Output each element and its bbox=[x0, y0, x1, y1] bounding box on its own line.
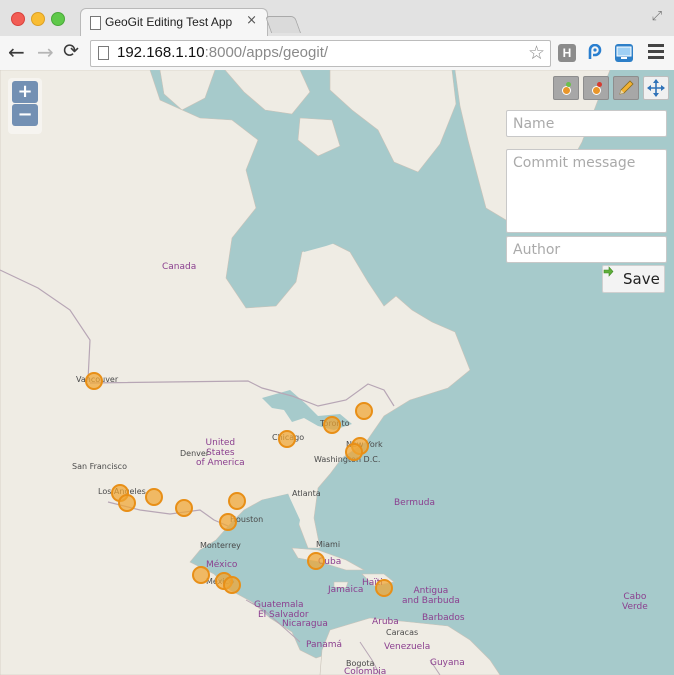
window-minimize-button[interactable] bbox=[31, 12, 45, 26]
label-jamaica: Jamaica bbox=[328, 585, 364, 595]
label-antigua-line2: and Barbuda bbox=[402, 596, 460, 606]
zoom-in-button[interactable]: + bbox=[12, 81, 38, 103]
zoom-control: + − bbox=[8, 78, 42, 134]
save-arrow-icon bbox=[603, 266, 614, 277]
window-maximize-button[interactable] bbox=[51, 12, 65, 26]
feature-marker[interactable] bbox=[307, 552, 325, 570]
extension-p-icon[interactable] bbox=[586, 43, 604, 62]
label-monterrey: Monterrey bbox=[200, 541, 241, 550]
new-tab-button[interactable] bbox=[264, 16, 302, 33]
draw-point-button[interactable] bbox=[553, 76, 579, 100]
label-atlanta: Atlanta bbox=[292, 489, 321, 498]
label-nicaragua: Nicaragua bbox=[282, 619, 328, 629]
feature-marker[interactable] bbox=[145, 488, 163, 506]
page-icon bbox=[90, 16, 101, 30]
browser-titlebar: GeoGit Editing Test App × ⤢ bbox=[0, 0, 674, 37]
pan-button[interactable] bbox=[643, 76, 669, 100]
label-guatemala: Guatemala bbox=[254, 600, 304, 610]
label-usa-line1: United bbox=[205, 438, 236, 448]
label-denver: Denver bbox=[180, 449, 210, 458]
label-usa-line3: of America bbox=[196, 458, 245, 468]
feature-marker[interactable] bbox=[219, 513, 237, 531]
label-bogota: Bogota bbox=[346, 659, 375, 668]
feature-marker[interactable] bbox=[278, 430, 296, 448]
label-miami: Miami bbox=[316, 540, 341, 549]
label-aruba: Aruba bbox=[372, 617, 399, 627]
feature-marker[interactable] bbox=[85, 372, 103, 390]
fullscreen-icon[interactable]: ⤢ bbox=[652, 9, 662, 24]
author-input[interactable]: Author bbox=[506, 236, 667, 263]
label-caracas: Caracas bbox=[386, 628, 419, 637]
name-input[interactable]: Name bbox=[506, 110, 667, 137]
label-san-francisco: San Francisco bbox=[72, 462, 127, 471]
edit-feature-button[interactable] bbox=[613, 76, 639, 100]
browser-tab[interactable]: GeoGit Editing Test App × bbox=[80, 8, 268, 37]
browser-chrome: GeoGit Editing Test App × ⤢ ← → ⟳ 192.16… bbox=[0, 0, 674, 71]
browser-toolbar: ← → ⟳ 192.168.1.10:8000/apps/geogit/ ☆ H bbox=[0, 36, 674, 70]
label-venezuela: Venezuela bbox=[384, 642, 431, 652]
label-cabo-verde-line1: Cabo bbox=[623, 592, 647, 602]
feature-marker[interactable] bbox=[192, 566, 210, 584]
label-antigua: Antigua and Barbuda bbox=[402, 586, 460, 606]
commit-message-input[interactable]: Commit message bbox=[506, 149, 667, 233]
label-barbados: Barbados bbox=[422, 613, 465, 623]
forward-icon[interactable]: → bbox=[37, 40, 54, 64]
feature-marker[interactable] bbox=[355, 402, 373, 420]
feature-marker[interactable] bbox=[223, 576, 241, 594]
pencil-icon bbox=[619, 80, 634, 95]
window-close-button[interactable] bbox=[11, 12, 25, 26]
landmass-arctic-islands bbox=[224, 70, 311, 115]
feature-marker[interactable] bbox=[323, 416, 341, 434]
tab-close-icon[interactable]: × bbox=[246, 13, 257, 28]
bookmark-star-icon[interactable]: ☆ bbox=[528, 42, 545, 64]
label-mexico: México bbox=[206, 560, 238, 570]
page-icon bbox=[98, 46, 109, 60]
back-icon[interactable]: ← bbox=[8, 40, 25, 64]
feature-marker[interactable] bbox=[375, 579, 393, 597]
label-canada: Canada bbox=[162, 262, 197, 272]
extension-screen-icon[interactable] bbox=[615, 44, 633, 62]
reload-icon[interactable]: ⟳ bbox=[63, 40, 79, 62]
url-path: :8000/apps/geogit/ bbox=[204, 44, 329, 61]
zoom-out-button[interactable]: − bbox=[12, 104, 38, 126]
feature-marker[interactable] bbox=[118, 494, 136, 512]
move-arrows-icon bbox=[647, 79, 665, 97]
feature-marker[interactable] bbox=[345, 443, 363, 461]
url-host: 192.168.1.10 bbox=[117, 44, 205, 61]
label-bermuda: Bermuda bbox=[394, 498, 435, 508]
hudson-bay bbox=[262, 170, 344, 252]
address-bar[interactable]: 192.168.1.10:8000/apps/geogit/ ☆ bbox=[90, 40, 551, 67]
label-cabo-verde: Cabo Verde bbox=[622, 592, 648, 612]
label-panama: Panamá bbox=[306, 640, 343, 650]
label-antigua-line1: Antigua bbox=[413, 586, 449, 596]
feature-marker[interactable] bbox=[175, 499, 193, 517]
landmass-baffin bbox=[329, 70, 457, 173]
label-colombia: Colombia bbox=[344, 667, 387, 675]
save-button[interactable]: Save bbox=[602, 265, 665, 293]
browser-menu-icon[interactable] bbox=[648, 44, 664, 62]
tab-title: GeoGit Editing Test App bbox=[105, 15, 233, 29]
delete-feature-button[interactable] bbox=[583, 76, 609, 100]
feature-marker[interactable] bbox=[228, 492, 246, 510]
url-text[interactable]: 192.168.1.10:8000/apps/geogit/ bbox=[117, 44, 328, 61]
map-viewport[interactable]: Canada United States of America México G… bbox=[0, 70, 674, 675]
extension-h-icon[interactable]: H bbox=[558, 44, 576, 62]
save-label: Save bbox=[623, 270, 660, 288]
label-cabo-verde-line2: Verde bbox=[622, 602, 648, 612]
label-guyana: Guyana bbox=[430, 658, 465, 668]
